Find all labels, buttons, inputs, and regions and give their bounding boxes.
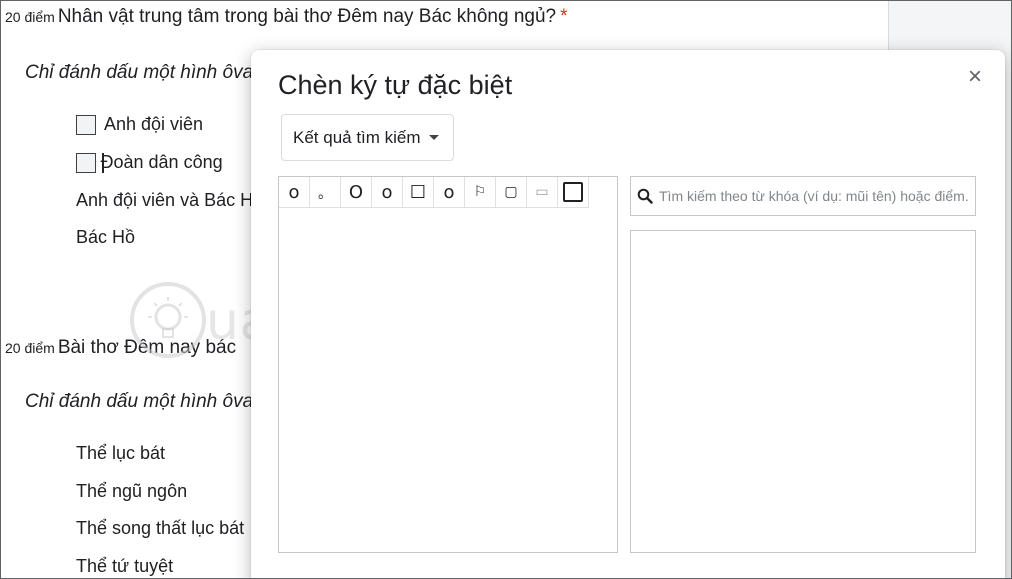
- character-cell[interactable]: o: [434, 177, 465, 207]
- dialog-title: Chèn ký tự đặc biệt: [278, 70, 513, 100]
- option-bac-ho[interactable]: Bác Hồ: [76, 227, 135, 248]
- special-characters-dialog: Chèn ký tự đặc biệt × Kết quả tìm kiếm o…: [251, 50, 1005, 579]
- close-icon[interactable]: ×: [962, 64, 988, 90]
- category-dropdown[interactable]: Kết quả tìm kiếm: [281, 114, 454, 161]
- option-label: Đoàn dân công: [100, 152, 223, 172]
- option-label: Anh đội viên và Bác H: [76, 190, 254, 210]
- character-cell[interactable]: O: [341, 177, 372, 207]
- search-icon: [637, 188, 653, 204]
- option-label: Thể lục bát: [76, 443, 166, 463]
- question-text: Bài thơ Đêm nay bác: [57, 337, 237, 358]
- option-the-song-that-luc-bat[interactable]: Thể song thất lục bát: [76, 518, 244, 539]
- question-instruction: Chỉ đánh dấu một hình ôva: [25, 62, 254, 83]
- option-doan-dan-cong[interactable]: Đoàn dân công: [76, 152, 223, 173]
- square-glyph-icon: [563, 182, 583, 202]
- character-cell[interactable]: ☐: [403, 177, 434, 207]
- question-2-title: 20 điểm Bài thơ Đêm nay bác: [5, 337, 236, 359]
- character-cell[interactable]: ▭: [527, 177, 558, 207]
- question-instruction: Chỉ đánh dấu một hình ôva: [25, 391, 254, 412]
- search-input[interactable]: [659, 188, 969, 204]
- option-label: Thể tứ tuyệt: [76, 556, 174, 576]
- option-the-tu-tuyet[interactable]: Thể tứ tuyệt: [76, 556, 173, 577]
- option-label: Bác Hồ: [76, 227, 136, 247]
- option-anh-doi-vien-va-bac-ho[interactable]: Anh đội viên và Bác H: [76, 190, 253, 211]
- character-row: o 。 O o ☐ o ⚐ ▢ ▭: [279, 177, 589, 208]
- option-label: Thể ngũ ngôn: [76, 481, 188, 501]
- option-label: Anh đội viên: [104, 114, 204, 134]
- required-mark: *: [560, 6, 568, 27]
- checkbox[interactable]: [76, 114, 96, 135]
- character-cell-selected[interactable]: [558, 177, 589, 207]
- option-label: Thể song thất lục bát: [76, 518, 245, 538]
- chevron-down-icon: [428, 135, 439, 140]
- question-points: 20 điểm: [5, 9, 55, 25]
- question-text: Nhân vật trung tâm trong bài thơ Đêm nay…: [57, 6, 557, 27]
- character-cell[interactable]: ▢: [496, 177, 527, 207]
- search-field[interactable]: [630, 176, 976, 216]
- option-anh-doi-vien[interactable]: Anh đội viên: [76, 114, 203, 135]
- checkbox[interactable]: [76, 152, 96, 173]
- question-1-title: 20 điểm Nhân vật trung tâm trong bài thơ …: [5, 6, 568, 28]
- dropdown-selected-value: Kết quả tìm kiếm: [293, 127, 421, 147]
- search-results-panel: [630, 230, 976, 553]
- character-grid: o 。 O o ☐ o ⚐ ▢ ▭: [278, 176, 618, 553]
- character-cell[interactable]: ⚐: [465, 177, 496, 207]
- question-points: 20 điểm: [5, 340, 55, 356]
- character-cell[interactable]: 。: [310, 177, 341, 207]
- option-the-luc-bat[interactable]: Thể lục bát: [76, 443, 165, 464]
- character-cell[interactable]: o: [372, 177, 403, 207]
- option-the-ngu-ngon[interactable]: Thể ngũ ngôn: [76, 481, 187, 502]
- text-cursor: [102, 152, 104, 173]
- character-cell[interactable]: o: [279, 177, 310, 207]
